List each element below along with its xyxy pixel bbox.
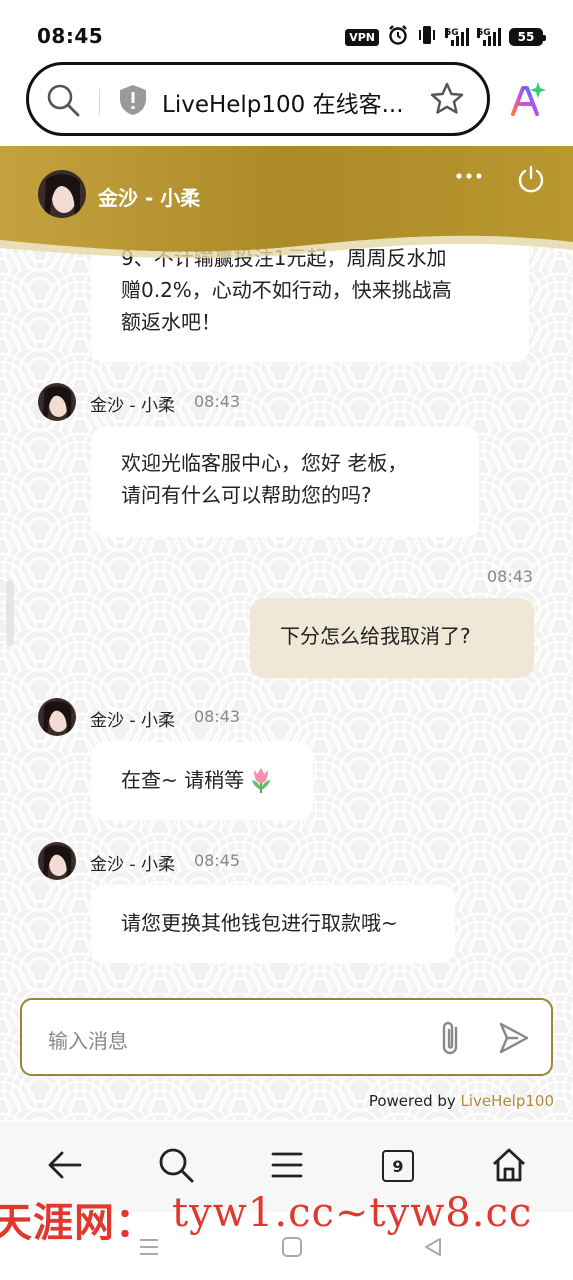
message-time: 08:43 xyxy=(194,707,241,726)
page-title[interactable]: LiveHelp100 在线客... xyxy=(162,85,404,119)
agent-name: 金沙 - 小柔 xyxy=(98,186,201,210)
message-bubble: 在查~ 请稍等 xyxy=(91,742,313,820)
message-line: 请问有什么可以帮助您的吗? xyxy=(121,483,372,507)
back-button-icon[interactable] xyxy=(422,1236,444,1262)
message-line: 额返水吧！ xyxy=(121,310,221,334)
message-sender-row: 金沙 - 小柔 08:43 xyxy=(38,698,298,738)
attachment-icon[interactable] xyxy=(434,1018,468,1062)
powered-by-brand[interactable]: LiveHelp100 xyxy=(461,1092,554,1110)
recents-icon[interactable] xyxy=(138,1236,160,1262)
message-bubble: 欢迎光临客服中心，您好 老板， 请问有什么可以帮助您的吗? xyxy=(91,427,479,537)
powered-by-text: Powered by xyxy=(368,1092,461,1110)
shield-icon[interactable] xyxy=(117,83,149,121)
tabs-icon[interactable]: 9 xyxy=(382,1150,414,1182)
alarm-icon xyxy=(387,24,409,50)
avatar xyxy=(38,170,86,218)
message-text: 在查~ 请稍等 xyxy=(121,768,245,792)
message-sender-row: 金沙 - 小柔 08:43 xyxy=(38,383,298,423)
address-bar[interactable]: LiveHelp100 在线客... xyxy=(26,62,490,136)
message-bubble: 请您更换其他钱包进行取款哦~ xyxy=(91,885,455,963)
home-button-icon[interactable] xyxy=(281,1236,303,1262)
battery-icon: 55 xyxy=(509,28,546,46)
message-line: 欢迎光临客服中心，您好 老板， xyxy=(121,451,408,475)
ai-assistant-icon[interactable] xyxy=(508,80,548,124)
vibrate-icon xyxy=(417,24,437,50)
status-time: 08:45 xyxy=(37,24,104,48)
sender-name: 金沙 - 小柔 xyxy=(90,396,175,416)
sender-name: 金沙 - 小柔 xyxy=(90,855,175,875)
scrollbar[interactable] xyxy=(6,580,14,646)
avatar xyxy=(38,698,76,736)
tulip-icon xyxy=(248,766,274,803)
more-icon[interactable] xyxy=(456,166,482,190)
chat-header: 金沙 - 小柔 xyxy=(0,146,573,258)
sender-name: 金沙 - 小柔 xyxy=(90,711,175,731)
message-line: 赠0.2%，心动不如行动，快来挑战高 xyxy=(121,278,452,302)
signal-icon: 5G xyxy=(445,28,469,46)
message-time: 08:43 xyxy=(487,567,534,586)
input-placeholder[interactable]: 输入消息 xyxy=(48,1025,128,1054)
message-text: 请您更换其他钱包进行取款哦~ xyxy=(121,911,398,935)
address-divider xyxy=(99,89,100,115)
system-navigation xyxy=(0,1230,573,1280)
signal-icon-2: 5G xyxy=(477,28,501,46)
status-bar: 08:45 VPN 5G 5G 55 xyxy=(0,0,573,56)
status-icons: VPN 5G 5G 55 xyxy=(345,24,546,50)
my-message-bubble: 下分怎么给我取消了? xyxy=(250,598,534,678)
star-icon[interactable] xyxy=(429,81,465,121)
vpn-badge: VPN xyxy=(345,28,379,46)
powered-by: Powered by LiveHelp100 xyxy=(369,1092,554,1110)
send-icon[interactable] xyxy=(496,1020,532,1060)
message-input[interactable]: 输入消息 xyxy=(20,998,553,1076)
message-text: 下分怎么给我取消了? xyxy=(280,624,471,648)
message-sender-row: 金沙 - 小柔 08:45 xyxy=(38,842,298,882)
message-time: 08:45 xyxy=(194,851,241,870)
message-time: 08:43 xyxy=(194,392,241,411)
avatar xyxy=(38,383,76,421)
power-icon[interactable] xyxy=(516,164,546,198)
avatar xyxy=(38,842,76,880)
search-icon[interactable] xyxy=(45,82,81,122)
